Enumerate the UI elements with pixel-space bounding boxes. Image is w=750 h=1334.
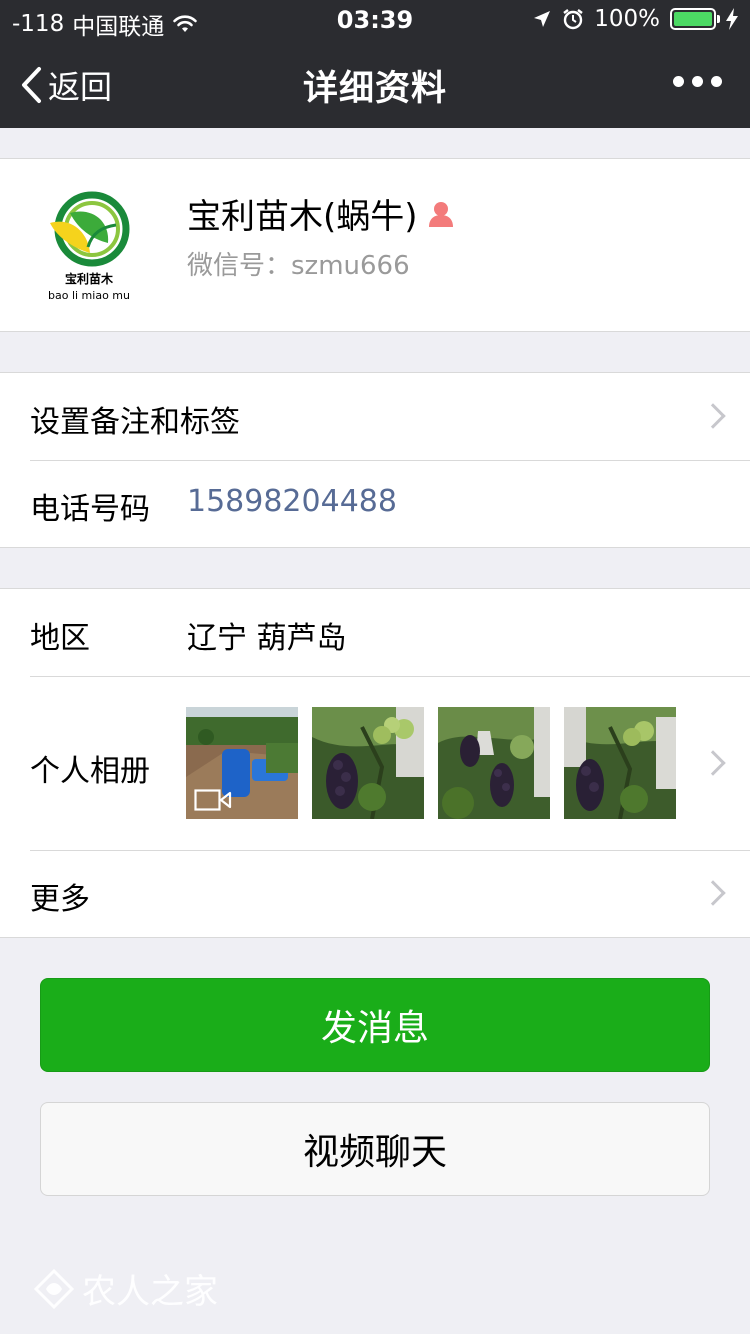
- chevron-right-icon: [700, 750, 726, 776]
- status-bar: -118 中国联通 03:39 100%: [0, 0, 750, 40]
- send-message-button[interactable]: 发消息: [40, 978, 710, 1072]
- contact-name: 宝利苗木(蜗牛): [187, 197, 418, 237]
- set-remark-cell[interactable]: 设置备注和标签: [0, 373, 750, 460]
- logo-text-cn: 宝利苗木: [65, 271, 114, 286]
- album-thumbnail[interactable]: [186, 707, 298, 819]
- album-thumbnail[interactable]: [438, 707, 550, 819]
- album-cell[interactable]: 个人相册: [0, 676, 750, 850]
- album-thumbnail[interactable]: [564, 707, 676, 819]
- status-right: 100%: [532, 6, 738, 32]
- album-photo-grapes: [312, 707, 424, 819]
- more-label: 更多: [30, 882, 90, 917]
- chevron-right-icon: [700, 403, 726, 429]
- set-remark-label: 设置备注和标签: [30, 405, 240, 440]
- region-cell: 地区 辽宁 葫芦岛: [0, 589, 750, 676]
- phone-label: 电话号码: [30, 492, 150, 527]
- details-group: 地区 辽宁 葫芦岛 个人相册 更多: [0, 588, 750, 938]
- contact-info-group: 设置备注和标签 电话号码 15898204488: [0, 372, 750, 548]
- battery-percent: 100%: [594, 6, 660, 32]
- charging-bolt-icon: [726, 8, 738, 30]
- battery-icon: [670, 8, 720, 30]
- region-value: 辽宁 葫芦岛: [187, 621, 347, 656]
- album-photo-grapes: [564, 707, 676, 819]
- page-title: 详细资料: [302, 69, 447, 109]
- nav-bar: 返回 详细资料: [0, 40, 750, 128]
- wechat-id: 微信号：szmu666: [187, 251, 410, 281]
- logo-text-en: bao li miao mu: [48, 289, 130, 302]
- watermark-logo-icon: [33, 1268, 75, 1309]
- name-row: 宝利苗木(蜗牛): [187, 189, 456, 238]
- phone-cell: 电话号码 15898204488: [0, 460, 750, 547]
- female-gender-icon: [428, 201, 453, 227]
- album-thumbnail[interactable]: [312, 707, 424, 819]
- watermark: 农人之家: [32, 1264, 218, 1313]
- watermark-text: 农人之家: [82, 1272, 218, 1312]
- album-label: 个人相册: [30, 754, 150, 789]
- profile-card: 宝利苗木 bao li miao mu 宝利苗木(蜗牛) 微信号：szmu666: [0, 158, 750, 332]
- header: -118 中国联通 03:39 100% 返回 详细资料: [0, 0, 750, 128]
- video-camera-icon: [194, 789, 232, 811]
- alarm-icon: [563, 9, 583, 30]
- more-cell[interactable]: 更多: [0, 850, 750, 937]
- region-label: 地区: [30, 621, 90, 656]
- chevron-right-icon: [700, 880, 726, 906]
- more-options-button[interactable]: [673, 76, 722, 87]
- video-chat-button[interactable]: 视频聊天: [40, 1102, 710, 1196]
- avatar[interactable]: 宝利苗木 bao li miao mu: [30, 187, 148, 305]
- dot-icon: [692, 76, 703, 87]
- location-arrow-icon: [534, 11, 551, 27]
- album-thumbnails: [186, 707, 676, 819]
- dot-icon: [711, 76, 722, 87]
- dot-icon: [673, 76, 684, 87]
- album-photo-grapes: [438, 707, 550, 819]
- brand-logo: 宝利苗木 bao li miao mu: [48, 191, 130, 302]
- phone-number-link[interactable]: 15898204488: [187, 484, 397, 519]
